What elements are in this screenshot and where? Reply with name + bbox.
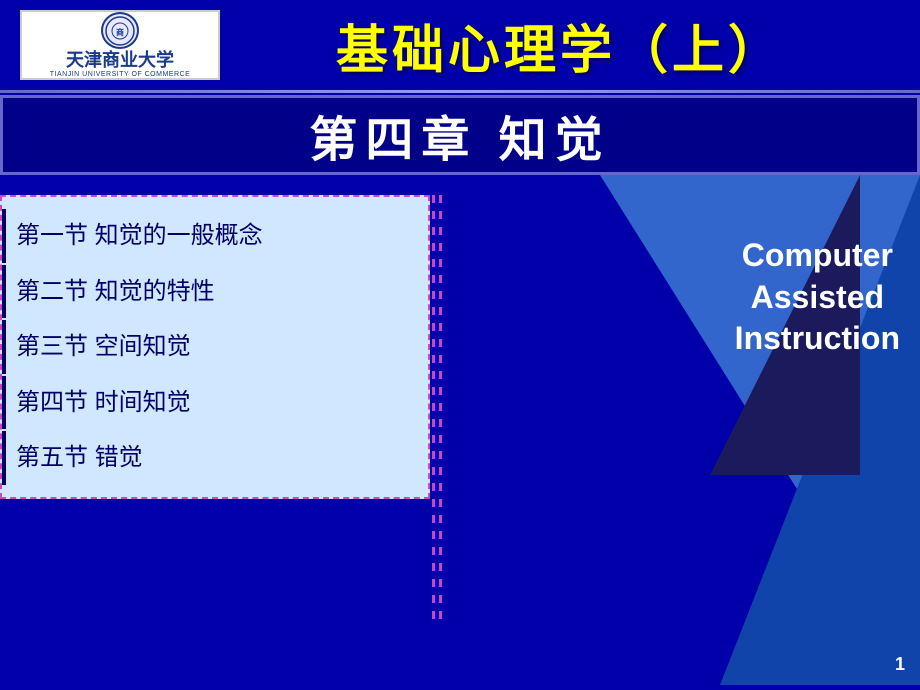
cai-assisted: Assisted [735, 277, 900, 319]
menu-border-decoration [432, 195, 442, 625]
content-area: 第一节 知觉的一般概念 第二节 知觉的特性 第三节 空间知觉 第四节 时间知觉 … [0, 175, 920, 685]
page-number: 1 [895, 654, 905, 675]
chapter-title: 第四章 知觉 [309, 100, 610, 170]
slide-title: 基础心理学（上） [220, 8, 900, 83]
university-logo: 商 天津商业大学 TIANJIN UNIVERSITY OF COMMERCE [20, 10, 220, 80]
cai-label: Computer Assisted Instruction [735, 235, 900, 360]
menu-item-5[interactable]: 第五节 错觉 [2, 431, 428, 485]
university-name-en: TIANJIN UNIVERSITY OF COMMERCE [50, 71, 191, 78]
cai-computer: Computer [735, 235, 900, 277]
svg-text:商: 商 [116, 27, 124, 37]
chapter-bar: 第四章 知觉 [0, 95, 920, 175]
chapter-menu: 第一节 知觉的一般概念 第二节 知觉的特性 第三节 空间知觉 第四节 时间知觉 … [0, 195, 430, 499]
menu-item-2[interactable]: 第二节 知觉的特性 [2, 265, 428, 319]
slide: 商 天津商业大学 TIANJIN UNIVERSITY OF COMMERCE … [0, 0, 920, 690]
menu-item-4[interactable]: 第四节 时间知觉 [2, 376, 428, 430]
logo-emblem: 商 [101, 12, 139, 49]
separator-line [0, 90, 920, 93]
header: 商 天津商业大学 TIANJIN UNIVERSITY OF COMMERCE … [0, 0, 920, 90]
menu-item-1[interactable]: 第一节 知觉的一般概念 [2, 209, 428, 263]
cai-instruction: Instruction [735, 318, 900, 360]
university-name-cn: 天津商业大学 [66, 51, 174, 69]
menu-item-3[interactable]: 第三节 空间知觉 [2, 320, 428, 374]
